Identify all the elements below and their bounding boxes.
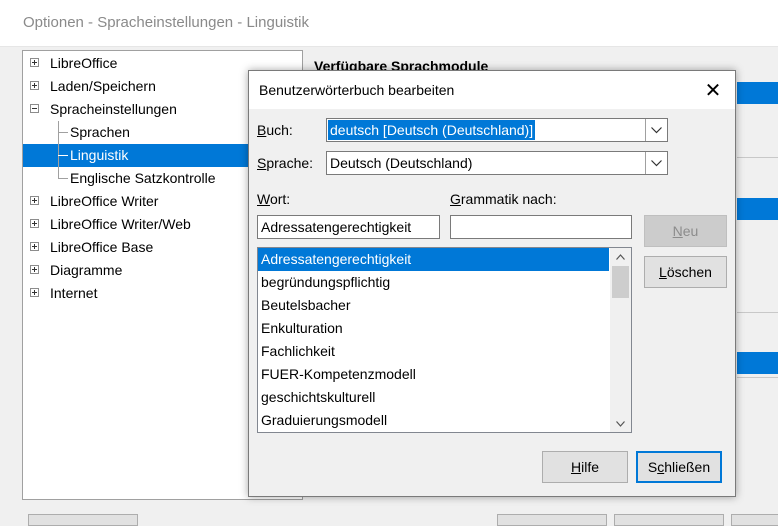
- edit-user-dictionary-dialog: Benutzerwörterbuch bearbeiten ✕ Buch: de…: [248, 70, 736, 497]
- expand-icon[interactable]: [30, 196, 39, 205]
- expand-icon[interactable]: [30, 288, 39, 297]
- dialog-titlebar: Benutzerwörterbuch bearbeiten ✕: [249, 71, 735, 109]
- list-item[interactable]: geschichtskulturell: [258, 386, 609, 409]
- list-item[interactable]: begründungspflichtig: [258, 271, 609, 294]
- tree-item-label: LibreOffice Writer: [50, 193, 159, 209]
- expand-icon[interactable]: [30, 81, 39, 90]
- grammar-label: Grammatik nach:: [450, 191, 557, 207]
- bottom-button[interactable]: [28, 514, 138, 526]
- tree-item-label: Englische Satzkontrolle: [70, 170, 216, 186]
- language-value: Deutsch (Deutschland): [330, 155, 473, 171]
- expand-icon[interactable]: [30, 242, 39, 251]
- tree-item-label: LibreOffice Writer/Web: [50, 216, 191, 232]
- divider: [737, 377, 778, 378]
- bottom-button[interactable]: [731, 514, 778, 526]
- grammar-input[interactable]: [450, 215, 632, 239]
- tree-connector: [58, 132, 68, 133]
- scroll-down-icon[interactable]: [610, 415, 631, 432]
- book-value: deutsch [Deutsch (Deutschland)]: [328, 120, 536, 140]
- book-label: Buch:: [257, 122, 293, 138]
- tree-item-label: Laden/Speichern: [50, 78, 156, 94]
- tree-item-label: Diagramme: [50, 262, 123, 278]
- collapse-icon[interactable]: [30, 104, 39, 113]
- list-item[interactable]: Graduierungsmodell: [258, 409, 609, 432]
- new-button[interactable]: Neu: [644, 215, 727, 247]
- chevron-down-icon[interactable]: [645, 152, 667, 174]
- tree-item-label: Sprachen: [70, 124, 130, 140]
- word-label: Wort:: [257, 191, 291, 207]
- language-combobox[interactable]: Deutsch (Deutschland): [326, 151, 668, 175]
- dialog-title: Benutzerwörterbuch bearbeiten: [259, 82, 455, 98]
- chevron-down-icon[interactable]: [645, 119, 667, 141]
- close-button[interactable]: Schließen: [636, 451, 722, 483]
- vertical-scrollbar[interactable]: [610, 248, 631, 432]
- options-list-selection-strip: [737, 198, 778, 220]
- bottom-button[interactable]: [497, 514, 607, 526]
- word-input[interactable]: Adressatengerechtigkeit: [257, 215, 440, 239]
- scroll-up-icon[interactable]: [610, 248, 631, 265]
- window-title: Optionen - Spracheinstellungen - Linguis…: [23, 14, 310, 31]
- divider: [737, 157, 778, 158]
- tree-item-label: Internet: [50, 285, 98, 301]
- list-item[interactable]: Adressatengerechtigkeit: [258, 248, 609, 271]
- tree-item-label: LibreOffice Base: [50, 239, 154, 255]
- list-item[interactable]: FUER-Kompetenzmodell: [258, 363, 609, 386]
- bottom-button[interactable]: [614, 514, 724, 526]
- module-list-selection-strip: [737, 82, 778, 104]
- list-item[interactable]: Beutelsbacher: [258, 294, 609, 317]
- expand-icon[interactable]: [30, 219, 39, 228]
- delete-button[interactable]: Löschen: [644, 256, 727, 288]
- language-label: Sprache:: [257, 155, 314, 171]
- help-button[interactable]: Hilfe: [542, 451, 628, 483]
- options-window-titlebar: Optionen - Spracheinstellungen - Linguis…: [0, 0, 778, 47]
- tree-item-label: Spracheinstellungen: [50, 101, 177, 117]
- divider: [737, 312, 778, 313]
- expand-icon[interactable]: [30, 265, 39, 274]
- list-item[interactable]: Fachlichkeit: [258, 340, 609, 363]
- tree-connector: [58, 155, 68, 156]
- tree-connector: [58, 178, 68, 179]
- list-item[interactable]: Enkulturation: [258, 317, 609, 340]
- word-list[interactable]: Graduierungsmodell geschichtskulturell FUE…: [257, 247, 632, 433]
- expand-icon[interactable]: [30, 58, 39, 67]
- tree-connector: [58, 121, 59, 179]
- dictionary-list-selection-strip: [737, 352, 778, 374]
- tree-item-label: Linguistik: [70, 147, 129, 163]
- close-icon[interactable]: ✕: [691, 71, 735, 109]
- tree-item-label: LibreOffice: [50, 55, 118, 71]
- book-combobox[interactable]: deutsch [Deutsch (Deutschland)]: [326, 118, 668, 142]
- scroll-thumb[interactable]: [612, 266, 629, 298]
